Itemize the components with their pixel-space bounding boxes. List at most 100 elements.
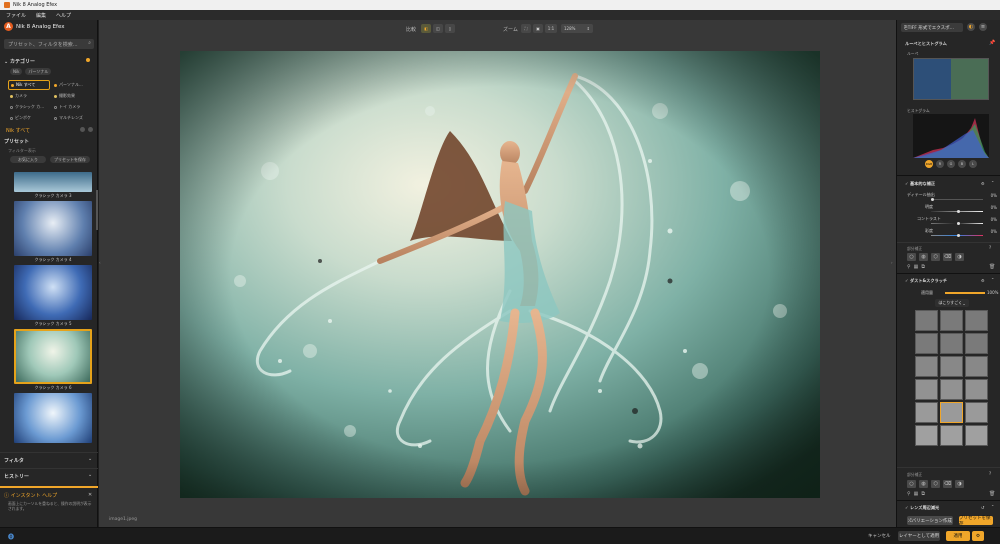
menu-edit[interactable]: 編集 bbox=[36, 12, 46, 19]
basic-section-title[interactable]: ✓ 基本的な補正 bbox=[905, 181, 935, 187]
pin-icon[interactable]: 📌 bbox=[989, 40, 995, 46]
export-format-select[interactable]: ⎘ TIFF 形式でエクスポ... bbox=[901, 23, 963, 32]
opacity-slider[interactable] bbox=[945, 292, 985, 294]
texture-cell[interactable] bbox=[965, 333, 988, 354]
brush-icon[interactable]: ◍ bbox=[919, 480, 928, 488]
compare-vertical-button[interactable]: ▯ bbox=[445, 24, 455, 33]
texture-cell[interactable] bbox=[940, 356, 963, 377]
preview-image[interactable] bbox=[180, 51, 820, 498]
channel-g[interactable]: G bbox=[947, 160, 955, 168]
preset-thumb[interactable] bbox=[14, 265, 92, 320]
texture-cell[interactable] bbox=[940, 333, 963, 354]
left-collapse-icon[interactable]: ‹ bbox=[99, 260, 103, 270]
texture-cell[interactable] bbox=[915, 333, 938, 354]
trash-icon[interactable]: 🗑 bbox=[989, 264, 995, 270]
settings-icon[interactable]: ⚙ bbox=[981, 181, 985, 186]
texture-cell[interactable] bbox=[940, 425, 963, 446]
loupe-section-title[interactable]: ルーペとヒストグラム bbox=[905, 41, 947, 47]
grid-icon[interactable]: ▦ bbox=[914, 264, 919, 270]
channel-b[interactable]: B bbox=[958, 160, 966, 168]
texture-cell-selected[interactable] bbox=[940, 402, 963, 423]
category-toy[interactable]: トイ カメラ bbox=[52, 102, 94, 112]
category-classic[interactable]: クラシック カ... bbox=[8, 102, 50, 112]
chevron-down-icon[interactable]: ⌄ bbox=[88, 456, 92, 462]
dust-style-select[interactable]: ほこりすごく ⌄ bbox=[935, 299, 969, 307]
channel-l[interactable]: L bbox=[969, 160, 977, 168]
help-icon[interactable]: ? bbox=[989, 471, 991, 476]
texture-cell[interactable] bbox=[965, 425, 988, 446]
slider-brightness[interactable]: 明度 0% bbox=[907, 204, 997, 213]
mask-icon[interactable]: ◑ bbox=[955, 480, 964, 488]
copy-icon[interactable]: ⧉ bbox=[921, 491, 925, 497]
preset-thumb[interactable] bbox=[14, 201, 92, 256]
brush-icon[interactable]: ◍ bbox=[919, 253, 928, 261]
channel-rgb[interactable]: RGB bbox=[925, 160, 933, 168]
texture-cell[interactable] bbox=[965, 379, 988, 400]
info-icon[interactable]: ⓿ bbox=[8, 532, 14, 541]
settings-icon[interactable]: ⚙ bbox=[981, 278, 985, 283]
slider-detail[interactable]: ディテール抽出 0% bbox=[907, 192, 997, 201]
texture-cell[interactable] bbox=[965, 356, 988, 377]
texture-cell[interactable] bbox=[965, 402, 988, 423]
eraser-icon[interactable]: ⌫ bbox=[943, 480, 952, 488]
eraser-icon[interactable]: ⌫ bbox=[943, 253, 952, 261]
chevron-up-icon[interactable]: ⌃ bbox=[991, 180, 994, 185]
category-personal[interactable]: パーソナル... bbox=[52, 80, 94, 90]
compare-side-button[interactable]: ◫ bbox=[433, 24, 443, 33]
help-icon[interactable]: ? bbox=[989, 245, 991, 250]
texture-cell[interactable] bbox=[915, 425, 938, 446]
category-effect[interactable]: 撮影効果 bbox=[52, 91, 94, 101]
apply-options-button[interactable]: ⚙ bbox=[972, 531, 984, 541]
zoom-fill-button[interactable]: ▣ bbox=[533, 24, 543, 33]
menu-help[interactable]: ヘルプ bbox=[56, 12, 71, 19]
texture-cell[interactable] bbox=[915, 379, 938, 400]
chip-personal[interactable]: パーソナル bbox=[25, 68, 52, 75]
apply-button[interactable]: 適用 bbox=[946, 531, 970, 541]
sync-icon[interactable]: ◐ bbox=[967, 23, 975, 31]
category-section-title[interactable]: ⌄ カテゴリー bbox=[4, 58, 35, 65]
search-input[interactable]: プリセット、フィルタを検索... ⌕ bbox=[4, 39, 94, 49]
filters-section-title[interactable]: フィルタ bbox=[4, 457, 24, 464]
texture-cell[interactable] bbox=[915, 402, 938, 423]
presets-section-title[interactable]: プリセット bbox=[4, 138, 29, 145]
polygon-icon[interactable]: ⬡ bbox=[931, 253, 940, 261]
circle-point-icon[interactable]: ○ bbox=[907, 480, 916, 488]
magic-icon[interactable]: ⚲ bbox=[907, 491, 911, 497]
category-nik-all[interactable]: Nik すべて bbox=[8, 80, 50, 90]
save-preset-small-button[interactable]: プリセットを保存 bbox=[50, 156, 90, 163]
chevron-up-icon[interactable]: ⌃ bbox=[991, 277, 994, 282]
zoom-select[interactable]: 128% ⇕ bbox=[561, 24, 593, 33]
loupe-view[interactable] bbox=[913, 58, 989, 100]
lens-section-title[interactable]: ✓ レンズ周辺減光 bbox=[905, 505, 939, 511]
circle-point-icon[interactable]: ○ bbox=[907, 253, 916, 261]
preset-thumb[interactable] bbox=[14, 393, 92, 443]
trash-icon[interactable]: 🗑 bbox=[989, 491, 995, 497]
texture-cell[interactable] bbox=[915, 356, 938, 377]
copy-icon[interactable]: ⧉ bbox=[921, 264, 925, 270]
right-collapse-icon[interactable]: › bbox=[891, 260, 895, 270]
color-dot-icon[interactable] bbox=[86, 58, 90, 62]
zoom-1to1-button[interactable]: 1:1 bbox=[545, 24, 557, 33]
chip-nik[interactable]: Nik bbox=[10, 68, 23, 75]
mask-icon[interactable]: ◑ bbox=[955, 253, 964, 261]
variation-button[interactable]: ⤮ バリエーション作成 bbox=[907, 516, 953, 525]
category-multilens[interactable]: マルチレンズ bbox=[52, 113, 94, 123]
dust-section-title[interactable]: ✓ ダスト&スクラッチ bbox=[905, 278, 947, 284]
preset-thumb-selected[interactable] bbox=[14, 329, 92, 384]
polygon-icon[interactable]: ⬡ bbox=[931, 480, 940, 488]
save-as-layer-button[interactable]: レイヤーとして適用 bbox=[898, 531, 940, 541]
add-icon[interactable] bbox=[80, 127, 85, 132]
texture-cell[interactable] bbox=[940, 379, 963, 400]
preset-thumb-partial[interactable] bbox=[14, 172, 92, 192]
magic-icon[interactable]: ⚲ bbox=[907, 264, 911, 270]
menu-icon[interactable]: ≡ bbox=[979, 23, 987, 31]
texture-cell[interactable] bbox=[915, 310, 938, 331]
texture-cell[interactable] bbox=[965, 310, 988, 331]
save-preset-button[interactable]: プリセットを保存 bbox=[959, 516, 993, 527]
chevron-up-icon[interactable]: ⌃ bbox=[991, 504, 994, 509]
cancel-button[interactable]: キャンセル bbox=[868, 533, 891, 539]
texture-cell[interactable] bbox=[940, 310, 963, 331]
slider-contrast[interactable]: コントラスト 0% bbox=[907, 216, 997, 225]
category-blur[interactable]: ピンボケ bbox=[8, 113, 50, 123]
category-camera[interactable]: カメラ bbox=[8, 91, 50, 101]
